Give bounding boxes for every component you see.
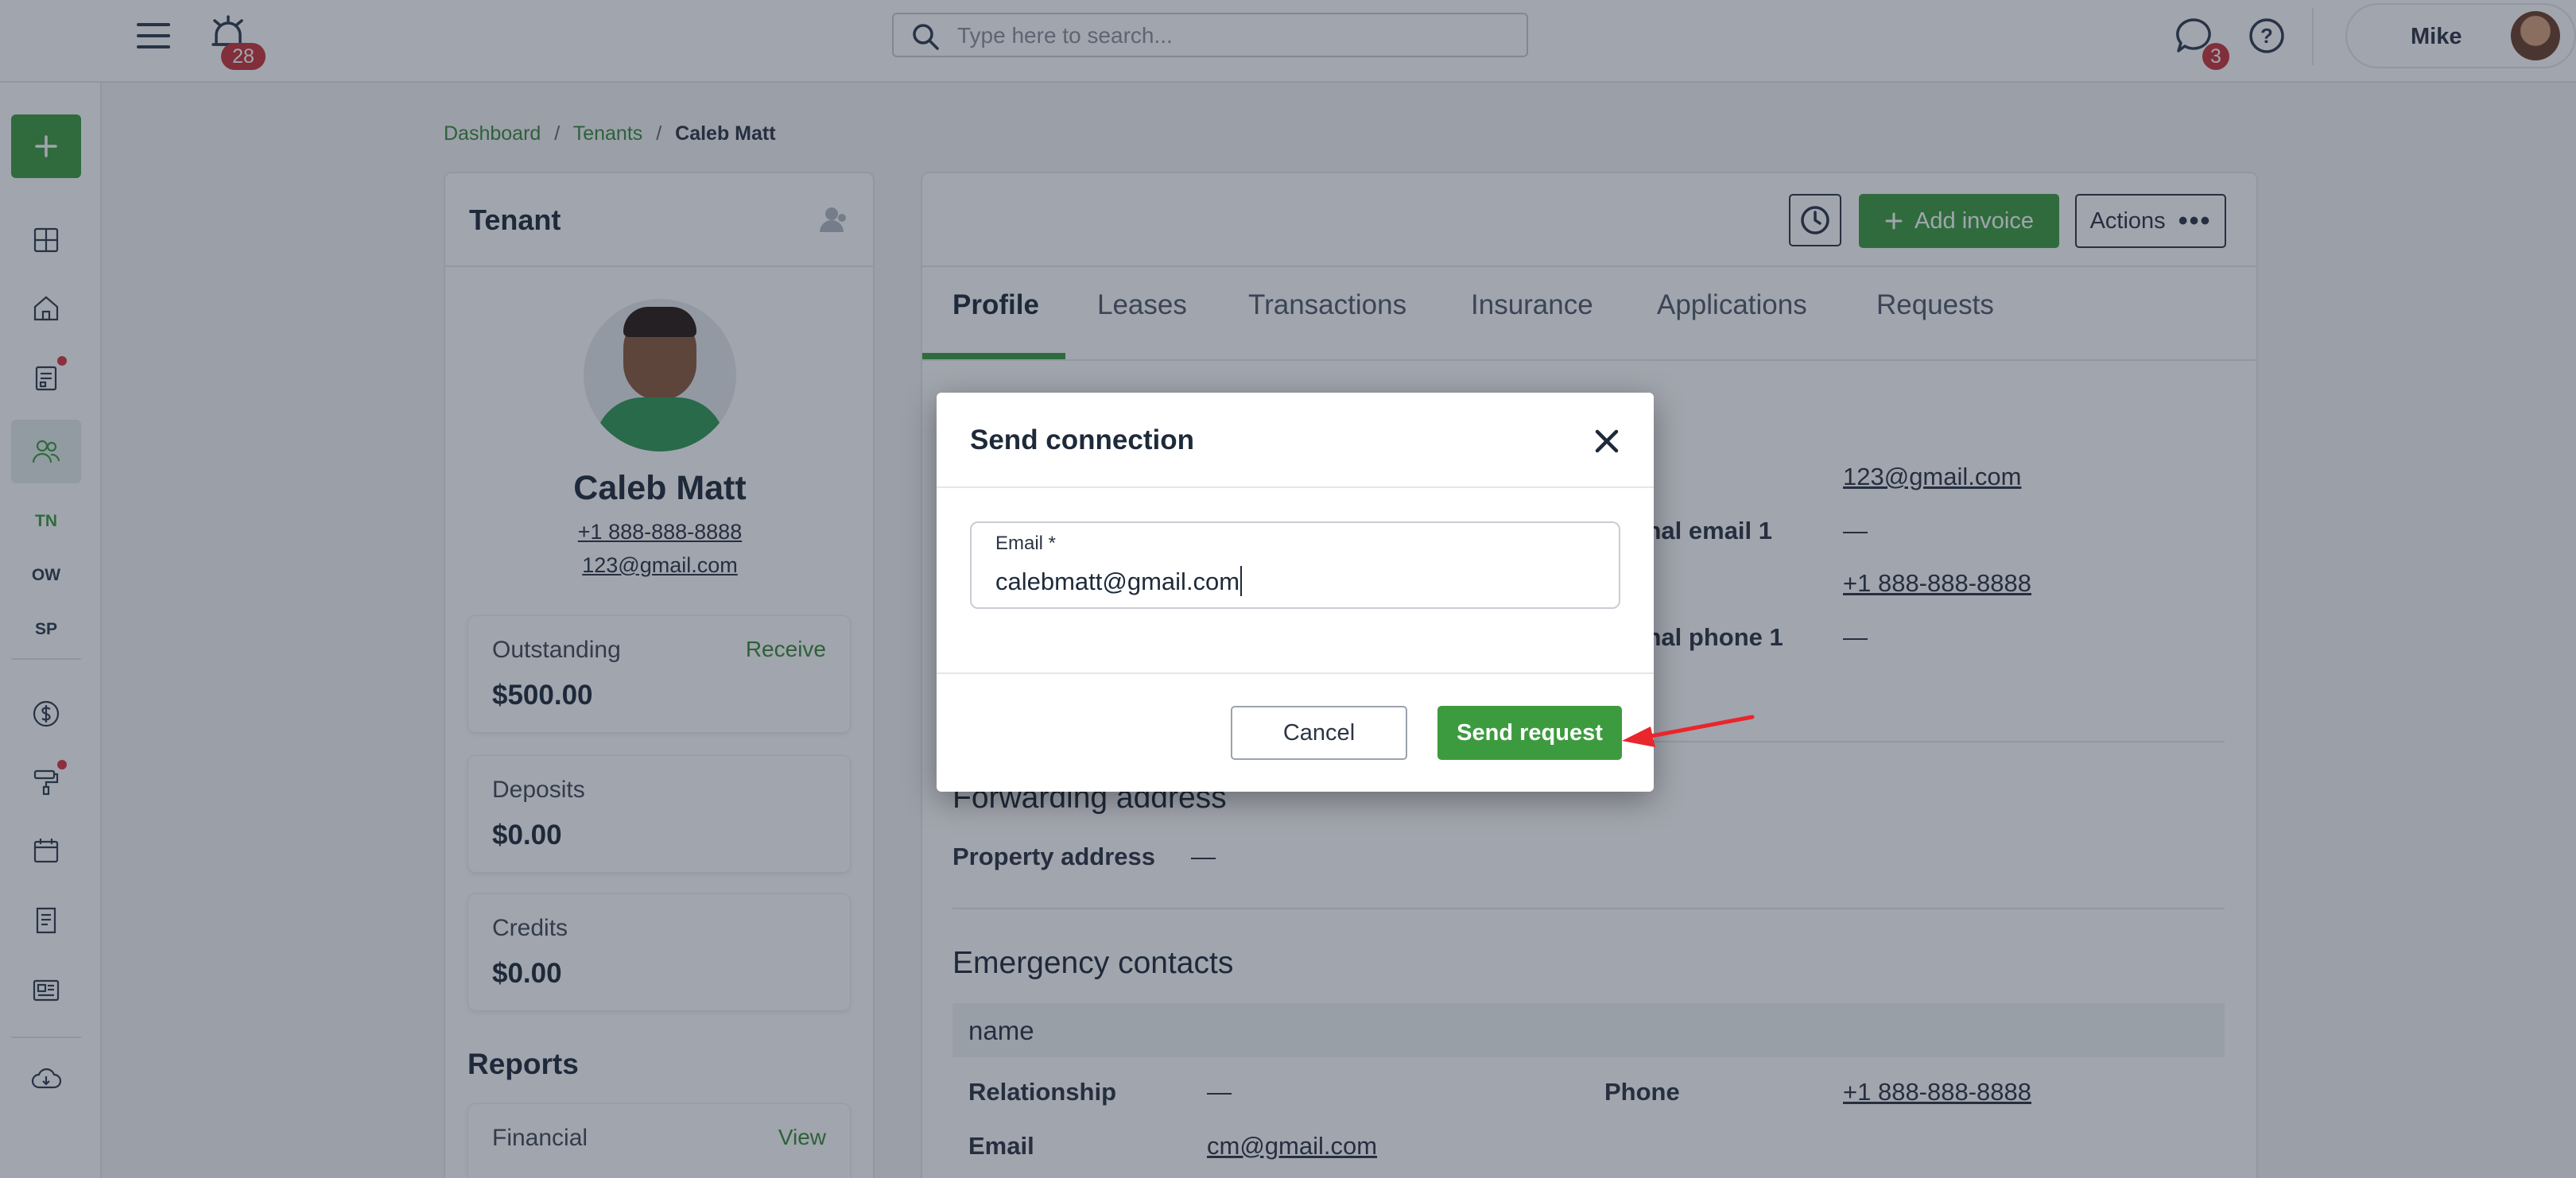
email-field-label: Email * bbox=[995, 533, 1057, 554]
dialog-footer-divider bbox=[937, 672, 1654, 674]
annotation-arrow bbox=[1622, 715, 1755, 747]
email-field[interactable]: Email * calebmatt@gmail.com bbox=[970, 521, 1620, 609]
dialog-title: Send connection bbox=[970, 424, 1194, 455]
text-cursor bbox=[1240, 566, 1243, 596]
cancel-button[interactable]: Cancel bbox=[1231, 706, 1407, 760]
send-connection-dialog: Send connection Email * calebmatt@gmail.… bbox=[937, 393, 1654, 792]
send-request-button[interactable]: Send request bbox=[1437, 706, 1622, 760]
dialog-header-divider bbox=[937, 486, 1654, 488]
close-icon[interactable] bbox=[1589, 423, 1625, 459]
email-field-text: calebmatt@gmail.com bbox=[995, 568, 1240, 595]
email-field-value[interactable]: calebmatt@gmail.com bbox=[995, 566, 1243, 596]
